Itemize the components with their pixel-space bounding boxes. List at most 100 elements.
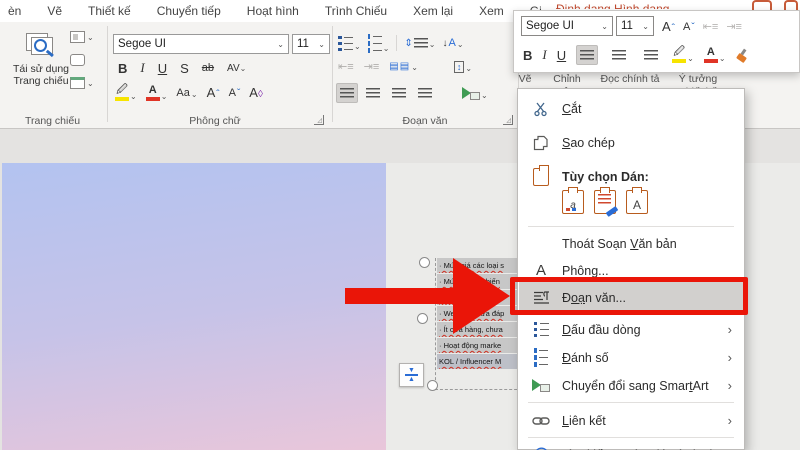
bold-button[interactable]: B xyxy=(118,61,127,76)
highlighter-button[interactable]: 🖉⌄ xyxy=(115,85,137,101)
font-name-combo[interactable]: Segoe UI⌄ xyxy=(113,34,289,54)
menu-item-search-selection[interactable]: i Tìm kiếm "Mức giá các loại" xyxy=(519,441,744,450)
selection-handle-middle-left[interactable] xyxy=(417,313,428,324)
mini-toolbar: Segoe UI⌄ 11⌄ A A ⇤≡ ⇥≡ B I U 🖉⌄ A⌄ xyxy=(513,10,800,73)
decrease-indent-button[interactable]: ⇤≡ xyxy=(338,60,354,73)
mini-italic-button[interactable]: I xyxy=(542,47,546,63)
increase-font-button[interactable]: A xyxy=(207,85,220,100)
link-icon xyxy=(529,415,553,427)
textbox-border-left[interactable] xyxy=(435,258,436,390)
align-text-button[interactable]: ↕⌄ xyxy=(454,61,472,73)
submenu-arrow: › xyxy=(728,322,732,337)
section-button[interactable]: ⌄ xyxy=(70,74,104,92)
ribbon-fragment-editing: Chỉnh sửa xyxy=(545,73,589,88)
textbox-border-bottom[interactable] xyxy=(435,389,527,390)
font-size-value: 11 xyxy=(297,38,309,50)
tab-slideshow[interactable]: Trình Chiếu xyxy=(325,4,387,18)
increase-indent-button[interactable]: ⇥≡ xyxy=(364,60,380,73)
paste-text-only-button[interactable]: A xyxy=(626,190,648,214)
bullets-icon xyxy=(529,322,553,338)
textbox-line: KOL / Influencer M xyxy=(437,354,527,369)
ribbon-fragment-dictate: Đọc chính tả xyxy=(596,73,664,88)
paste-merge-formatting-button[interactable] xyxy=(594,190,616,214)
text-direction-button[interactable]: ↓A⌄ xyxy=(443,37,464,49)
menu-item-copy[interactable]: Sao chép xyxy=(519,129,744,156)
menu-item-bullets[interactable]: Dấu đầu dòng › xyxy=(519,316,744,343)
reuse-slides-button[interactable]: Tái sử dụng Trang chiếu xyxy=(12,28,70,112)
mini-underline-button[interactable]: U xyxy=(557,48,566,63)
context-menu: Cắt Sao chép Tùy chọn Dán: a A xyxy=(517,88,745,450)
menu-item-cut[interactable]: Cắt xyxy=(519,95,744,122)
mini-font-size-combo[interactable]: 11⌄ xyxy=(616,16,654,36)
copy-icon xyxy=(529,135,553,151)
cut-icon xyxy=(529,101,553,117)
italic-button[interactable]: I xyxy=(140,60,144,76)
mini-font-color-button[interactable]: A⌄ xyxy=(704,47,726,63)
menu-separator xyxy=(528,402,734,403)
tab-view[interactable]: Xem xyxy=(479,4,504,18)
reuse-slides-label1: Tái sử dụng xyxy=(13,63,69,75)
mini-increase-font-button[interactable]: A xyxy=(662,19,675,34)
ribbon-fragment-design-ideas: Ý tưởng Thiết kế xyxy=(668,73,728,88)
underline-button[interactable]: U xyxy=(158,61,167,76)
decrease-font-button[interactable]: A xyxy=(229,87,241,99)
align-center-icon xyxy=(366,88,380,99)
paragraph-dialog-launcher[interactable] xyxy=(503,115,513,125)
font-name-value: Segoe UI xyxy=(118,38,166,50)
change-case-button[interactable]: Aa⌄ xyxy=(176,87,197,99)
menu-item-convert-smartart[interactable]: Chuyển đổi sang SmartArt › xyxy=(519,372,744,399)
selection-handle-bottom-left[interactable] xyxy=(427,380,438,391)
tab-insert-partial[interactable]: èn xyxy=(8,4,21,18)
mini-font-name-value: Segoe UI xyxy=(526,20,574,32)
tab-transitions[interactable]: Chuyển tiếp xyxy=(157,4,221,18)
numbering-button[interactable]: ⌄ xyxy=(368,34,390,53)
line-spacing-icon xyxy=(414,38,428,49)
align-center-button[interactable] xyxy=(362,83,384,103)
autofit-options-button[interactable]: ▼▲ xyxy=(399,363,424,387)
group-label-slides: Trang chiếu xyxy=(0,115,105,127)
bullets-button[interactable]: ⌄ xyxy=(338,36,361,52)
menu-item-numbering[interactable]: Đánh số › xyxy=(519,344,744,371)
mini-decrease-font-button[interactable]: A xyxy=(683,21,695,33)
tab-review[interactable]: Xem lại xyxy=(413,4,453,18)
mini-decrease-indent-button[interactable]: ⇤≡ xyxy=(703,20,719,33)
paste-keep-source-button[interactable]: a xyxy=(562,190,584,214)
font-color-button[interactable]: A⌄ xyxy=(146,85,168,101)
slide-layout-button[interactable]: ⌄ xyxy=(70,28,104,46)
character-spacing-button[interactable]: AV⌄ xyxy=(227,63,246,74)
tab-draw[interactable]: Vẽ xyxy=(47,4,62,18)
convert-smartart-button[interactable]: ⌄ xyxy=(462,87,488,100)
justify-button[interactable] xyxy=(414,83,436,103)
text-shadow-button[interactable]: S xyxy=(180,61,189,76)
mini-increase-indent-button[interactable]: ⇥≡ xyxy=(726,20,742,33)
selection-handle-top-left[interactable] xyxy=(419,257,430,268)
menu-separator xyxy=(528,437,734,438)
menu-item-exit-edit-text[interactable]: Thoát Soạn Văn bản xyxy=(519,230,744,257)
justify-icon xyxy=(418,88,432,99)
font-size-combo[interactable]: 11⌄ xyxy=(292,34,330,54)
strikethrough-button[interactable]: ab xyxy=(202,62,214,74)
line-spacing-button[interactable]: ⇕⌄ xyxy=(404,38,435,49)
clear-formatting-button[interactable]: A◊ xyxy=(249,85,263,100)
mini-align-left-button[interactable] xyxy=(576,45,598,65)
mini-format-painter-button[interactable] xyxy=(736,49,749,62)
tab-animations[interactable]: Hoạt hình xyxy=(247,4,299,18)
mini-highlighter-button[interactable]: 🖉⌄ xyxy=(672,47,694,63)
submenu-arrow: › xyxy=(728,350,732,365)
reuse-slides-icon xyxy=(24,31,58,63)
tab-design[interactable]: Thiết kế xyxy=(88,4,131,18)
align-left-button[interactable] xyxy=(336,83,358,103)
mini-align-center-button[interactable] xyxy=(608,45,630,65)
mini-align-left-icon xyxy=(580,50,594,61)
tab-shape-format-partial[interactable]: Định dạng Hình dạng xyxy=(556,0,738,9)
annotation-arrow-tail xyxy=(345,288,457,304)
menu-item-link[interactable]: Liên kết › xyxy=(519,407,744,434)
align-right-button[interactable] xyxy=(388,83,410,103)
reset-slide-button[interactable] xyxy=(70,51,104,69)
slide-canvas-gradient[interactable] xyxy=(2,163,386,450)
columns-button[interactable]: ▤▤⌄ xyxy=(389,61,418,72)
mini-font-name-combo[interactable]: Segoe UI⌄ xyxy=(521,16,613,36)
mini-align-right-button[interactable] xyxy=(640,45,662,65)
mini-bold-button[interactable]: B xyxy=(523,48,532,63)
font-dialog-launcher[interactable] xyxy=(314,115,324,125)
